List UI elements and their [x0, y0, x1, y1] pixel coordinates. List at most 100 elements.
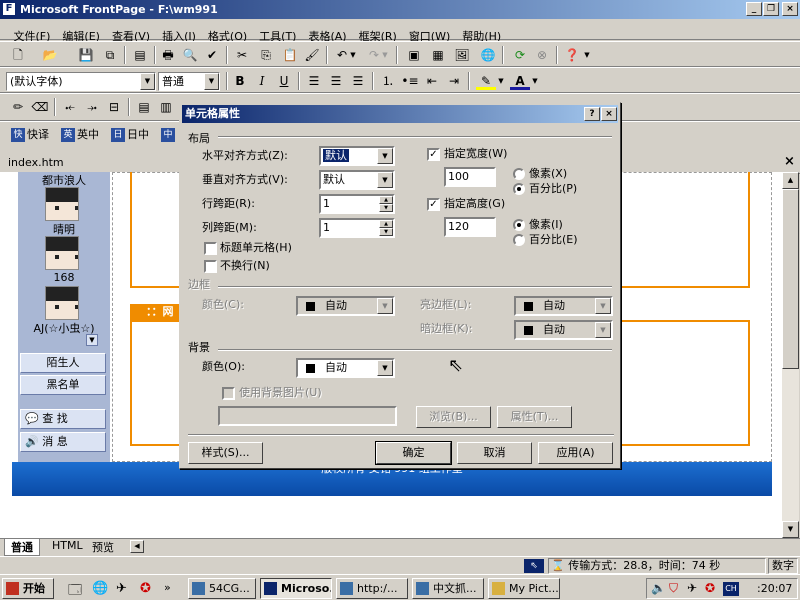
folder-list-icon[interactable]: ▤	[130, 46, 150, 64]
app-tray-icon[interactable]: ✪	[705, 581, 715, 595]
blacklist-button[interactable]: 黑名单	[20, 375, 106, 395]
scroll-down-icon[interactable]: ▼	[86, 334, 98, 346]
scroll-thumb[interactable]	[782, 189, 799, 369]
message-button[interactable]: 🔊 消 息	[20, 432, 106, 452]
apply-button[interactable]: 应用(A)	[538, 442, 613, 464]
spin-up-icon[interactable]: ▲	[379, 196, 393, 204]
browse-button[interactable]: 浏览(B)...	[416, 406, 491, 428]
style-button[interactable]: 样式(S)...	[188, 442, 263, 464]
italic-button[interactable]: I	[252, 72, 272, 90]
dialog-close-button[interactable]: ×	[601, 107, 617, 121]
more-icon[interactable]: »	[164, 581, 171, 594]
print-preview-icon[interactable]: 🔍	[180, 46, 200, 64]
merge-cells-icon[interactable]: ▤	[134, 98, 154, 116]
light-border-select[interactable]: 自动 ▼	[514, 296, 613, 316]
task-my-pictures[interactable]: My Pict...	[488, 578, 560, 599]
app-icon[interactable]: ✪	[140, 581, 151, 596]
task-browser[interactable]: http:/...	[336, 578, 408, 599]
open-folder-icon[interactable]: 📂	[40, 46, 60, 64]
rowspan-stepper[interactable]: 1 ▲ ▼	[319, 194, 395, 214]
font-select[interactable]: (默认字体) ▼	[6, 72, 156, 91]
hyperlink-icon[interactable]: 🌐	[478, 46, 498, 64]
delete-cells-icon[interactable]: ⊟	[104, 98, 124, 116]
align-right-icon[interactable]: ☰	[348, 72, 368, 90]
use-image-checkbox[interactable]	[222, 387, 235, 400]
height-checkbox[interactable]: ✓	[427, 198, 440, 211]
tool-icon[interactable]: ✈	[116, 581, 127, 596]
browser-icon[interactable]: 🌐	[92, 581, 108, 596]
task-54cg[interactable]: 54CG...	[188, 578, 256, 599]
maximize-button[interactable]: ❐	[763, 2, 779, 16]
quick-translate-button[interactable]: 快快译	[8, 125, 52, 145]
valign-select[interactable]: 默认 ▼	[319, 170, 395, 190]
document-tab[interactable]: index.htm	[8, 156, 64, 169]
ja-zh-button[interactable]: 日日中	[108, 125, 152, 145]
en-zh-button[interactable]: 英英中	[58, 125, 102, 145]
spin-up-icon[interactable]: ▲	[379, 220, 393, 228]
scroll-down-icon[interactable]: ▼	[782, 521, 799, 538]
scroll-up-icon[interactable]: ▲	[782, 172, 799, 189]
desktop-icon[interactable]: 🗔	[68, 581, 82, 600]
width-pixels-radio[interactable]	[513, 168, 525, 180]
print-icon[interactable]: 🖶	[158, 46, 178, 64]
highlight-dropdown-icon[interactable]: ▼	[496, 72, 506, 90]
border-color-select[interactable]: 自动 ▼	[296, 296, 395, 316]
editor-scrollbar[interactable]: ▲ ▼	[782, 172, 799, 538]
height-pixels-radio[interactable]	[513, 219, 525, 231]
task-frontpage[interactable]: Microso...	[260, 578, 332, 599]
undo-dropdown-icon[interactable]: ▼	[348, 46, 358, 64]
increase-indent-icon[interactable]: ⇥	[444, 72, 464, 90]
copy-icon[interactable]: ⎘	[256, 46, 276, 64]
language-indicator[interactable]: CH	[723, 582, 739, 596]
search-button[interactable]: 💬 查 找	[20, 409, 106, 429]
header-cell-checkbox[interactable]	[204, 242, 217, 255]
bold-button[interactable]: B	[230, 72, 250, 90]
chinese-button[interactable]: 中	[158, 125, 180, 145]
width-input[interactable]: 100	[444, 167, 496, 187]
avatar[interactable]	[45, 187, 79, 221]
highlight-icon[interactable]: ✎	[476, 72, 496, 90]
font-color-dropdown-icon[interactable]: ▼	[530, 72, 540, 90]
decrease-indent-icon[interactable]: ⇤	[422, 72, 442, 90]
split-cells-icon[interactable]: ▥	[156, 98, 176, 116]
insert-columns-icon[interactable]: ⤞	[82, 98, 102, 116]
tab-preview[interactable]: 预览	[88, 539, 118, 555]
format-painter-icon[interactable]: 🖌	[302, 46, 322, 64]
eraser-icon[interactable]: ⌫	[30, 98, 50, 116]
close-document-icon[interactable]: ×	[784, 154, 795, 169]
clock[interactable]: :20:07	[757, 582, 792, 595]
align-center-icon[interactable]: ☰	[326, 72, 346, 90]
height-input[interactable]: 120	[444, 217, 496, 237]
new-page-icon[interactable]: 🗋	[8, 46, 28, 64]
properties-button[interactable]: 属性(T)...	[497, 406, 572, 428]
spelling-icon[interactable]: ✔	[202, 46, 222, 64]
scroll-left-icon[interactable]: ◀	[130, 540, 144, 553]
dialog-help-button[interactable]: ?	[584, 107, 600, 121]
close-button[interactable]: ×	[782, 2, 798, 16]
network-icon[interactable]: ✈	[687, 581, 697, 595]
halign-select[interactable]: 默认 ▼	[319, 146, 395, 166]
task-capture[interactable]: 中文抓...	[412, 578, 484, 599]
avatar[interactable]	[45, 286, 79, 320]
spin-down-icon[interactable]: ▼	[379, 204, 393, 212]
insert-picture-icon[interactable]: 🖼	[452, 46, 472, 64]
tab-html[interactable]: HTML	[48, 539, 87, 552]
help-dropdown-icon[interactable]: ▼	[582, 46, 592, 64]
volume-icon[interactable]: 🔈	[651, 581, 666, 595]
height-percent-radio[interactable]	[513, 234, 525, 246]
style-select[interactable]: 普通 ▼	[158, 72, 220, 91]
dark-border-select[interactable]: 自动 ▼	[514, 320, 613, 340]
image-path-input[interactable]	[218, 406, 397, 426]
background-color-select[interactable]: 自动 ▼	[296, 358, 395, 378]
cancel-button[interactable]: 取消	[457, 442, 532, 464]
publish-icon[interactable]: ⧉	[100, 46, 120, 64]
help-icon[interactable]: ❓	[562, 46, 582, 64]
save-icon[interactable]: 💾	[76, 46, 96, 64]
refresh-icon[interactable]: ⟳	[510, 46, 530, 64]
spin-down-icon[interactable]: ▼	[379, 228, 393, 236]
numbered-list-icon[interactable]: ⒈	[378, 72, 398, 90]
minimize-button[interactable]: _	[746, 2, 762, 16]
avatar[interactable]	[45, 236, 79, 270]
bulleted-list-icon[interactable]: •≡	[400, 72, 420, 90]
tab-normal[interactable]: 普通	[4, 539, 40, 556]
